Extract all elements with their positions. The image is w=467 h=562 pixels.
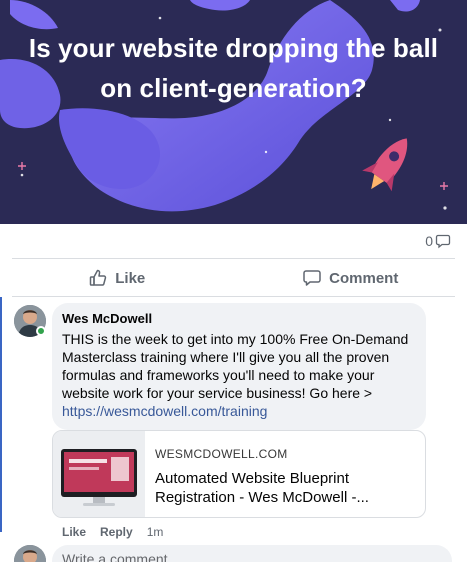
comment-highlight-bar [0,297,2,532]
link-preview-card[interactable]: WESMCDOWELL.COM Automated Website Bluepr… [52,430,426,518]
comment-label: Comment [329,269,399,287]
comment-text: THIS is the week to get into my 100% Fre… [62,331,409,401]
comment-link[interactable]: https://wesmcdowell.com/training [62,402,416,420]
comment-actions: Like Reply 1m [62,525,163,539]
speech-bubble-icon [303,270,321,286]
link-preview-title: Automated Website Blueprint Registration… [155,470,369,506]
link-preview-thumbnail [53,431,145,517]
comment-section: Wes McDowell THIS is the week to get int… [0,297,467,562]
online-status-indicator [36,326,46,336]
comment-timestamp[interactable]: 1m [147,525,164,539]
comment-count[interactable]: 0 [425,233,451,249]
comment-count-value: 0 [425,233,433,249]
comment-button[interactable]: Comment [234,260,467,296]
link-preview-domain: WESMCDOWELL.COM [155,447,288,461]
action-bar: Like Comment [0,260,467,296]
post-image[interactable]: Is your website dropping the ball on cli… [0,0,467,224]
like-label: Like [115,269,146,287]
hero-title: Is your website dropping the ball on cli… [28,33,439,103]
comment-bubble: Wes McDowell THIS is the week to get int… [52,303,426,430]
comment-like-button[interactable]: Like [62,525,86,539]
like-button[interactable]: Like [0,260,234,296]
divider [12,258,455,259]
comment-author[interactable]: Wes McDowell [62,311,416,326]
thumbs-up-icon [89,269,107,286]
comment-reply-button[interactable]: Reply [100,525,133,539]
write-comment-input[interactable]: Write a comment... [52,545,452,562]
comment-composer: Write a comment... [0,543,467,562]
comment-bubble-icon [435,234,451,249]
avatar [14,545,46,562]
profile-photo [14,545,46,562]
link-preview-body: WESMCDOWELL.COM Automated Website Bluepr… [155,447,417,507]
facebook-post: Is your website dropping the ball on cli… [0,0,467,562]
reactions-row: 0 [0,224,467,258]
